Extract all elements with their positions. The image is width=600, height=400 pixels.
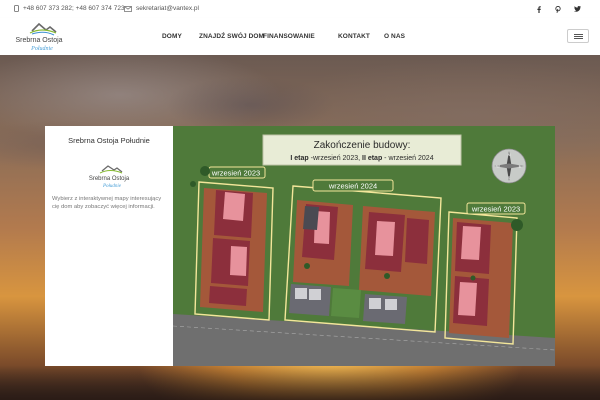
phone-contact[interactable]: +48 607 373 282; +48 607 374 723 bbox=[14, 5, 125, 12]
zone-right-label: wrzesień 2023 bbox=[471, 205, 520, 214]
banner-stages: I etap -wrzesień 2023, II etap - wrzesie… bbox=[290, 155, 433, 162]
svg-text:S: S bbox=[508, 175, 511, 180]
svg-text:E: E bbox=[519, 164, 522, 169]
compass-icon: N S E W bbox=[491, 148, 527, 184]
panel-logo: Srebrna Ostoja Południe bbox=[89, 165, 130, 189]
nav-item-finansowanie[interactable]: FINANSOWANIE bbox=[263, 33, 315, 40]
info-panel: Srebrna Ostoja Południe Srebrna Ostoja P… bbox=[45, 126, 173, 366]
logo-wordmark: Srebrna Ostoja bbox=[15, 37, 62, 44]
interactive-site-map[interactable]: Zakończenie budowy: I etap -wrzesień 202… bbox=[173, 126, 555, 366]
completion-banner: Zakończenie budowy: I etap -wrzesień 202… bbox=[262, 134, 462, 166]
banner-title: Zakończenie budowy: bbox=[314, 140, 411, 151]
panel-description: Wybierz z interaktywnej mapy interesując… bbox=[52, 196, 162, 210]
hamburger-menu-icon[interactable] bbox=[567, 29, 589, 43]
svg-text:Południe: Południe bbox=[102, 184, 122, 189]
envelope-icon bbox=[124, 5, 132, 12]
site-logo[interactable]: Srebrna Ostoja Południe bbox=[12, 21, 66, 53]
panel-title: Srebrna Ostoja Południe bbox=[68, 136, 150, 145]
main-navigation-bar: Srebrna Ostoja Południe DOMY ZNAJDŹ SWÓJ… bbox=[0, 18, 600, 55]
pinterest-icon[interactable] bbox=[552, 4, 564, 14]
email-address: sekretariat@vantex.pl bbox=[136, 5, 199, 12]
phone-icon bbox=[14, 5, 19, 12]
nav-item-o-nas[interactable]: O NAS bbox=[384, 33, 405, 40]
facebook-icon[interactable] bbox=[533, 4, 545, 14]
logo-script: Południe bbox=[30, 46, 53, 52]
nav-item-kontakt[interactable]: KONTAKT bbox=[338, 33, 370, 40]
svg-text:Srebrna Ostoja: Srebrna Ostoja bbox=[89, 176, 130, 182]
zone-left-label: wrzesień 2023 bbox=[211, 169, 260, 178]
nav-item-znajdz-swoj-dom[interactable]: ZNAJDŹ SWÓJ DOM bbox=[199, 33, 264, 40]
nav-item-domy[interactable]: DOMY bbox=[162, 33, 182, 40]
phone-numbers: +48 607 373 282; +48 607 374 723 bbox=[23, 5, 125, 12]
twitter-icon[interactable] bbox=[571, 4, 583, 14]
svg-text:N: N bbox=[508, 152, 511, 157]
zone-middle-label: wrzesień 2024 bbox=[328, 182, 377, 191]
email-contact[interactable]: sekretariat@vantex.pl bbox=[124, 5, 199, 12]
top-bar: +48 607 373 282; +48 607 374 723 sekreta… bbox=[0, 0, 600, 19]
svg-text:W: W bbox=[496, 164, 500, 169]
